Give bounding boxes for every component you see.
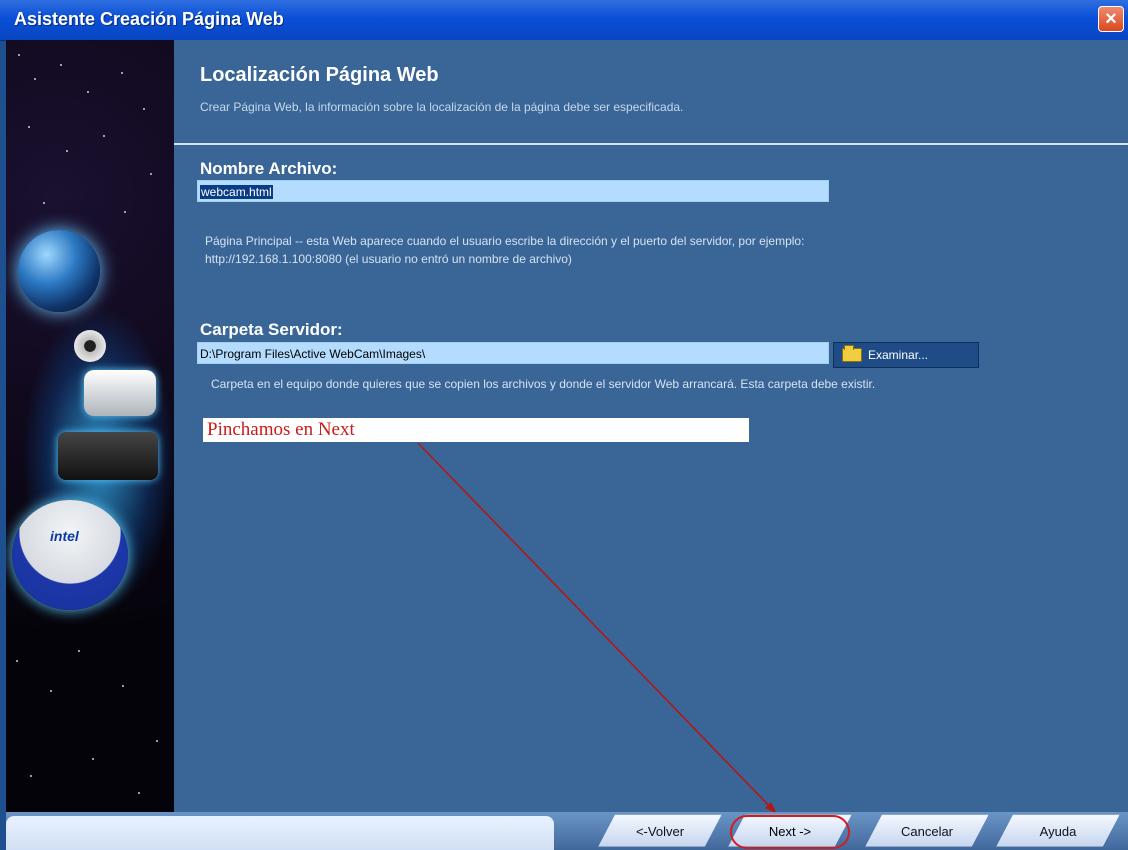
page-title: Localización Página Web [200,64,439,86]
webcam-image-3 [58,432,158,480]
window-title: Asistente Creación Página Web [14,9,284,29]
server-help-text: Carpeta en el equipo donde quieres que s… [211,377,876,391]
folder-icon [842,345,862,362]
file-name-value: webcam.html [200,185,273,199]
title-bar: Asistente Creación Página Web × [0,0,1128,41]
file-name-label: Nombre Archivo: [200,159,338,178]
browse-label: Examinar... [868,348,929,362]
help-button[interactable]: Ayuda [996,814,1120,847]
browse-button[interactable]: Examinar... [833,342,979,368]
close-button[interactable]: × [1098,6,1124,32]
file-help-line-2: http://192.168.1.100:8080 (el usuario no… [205,252,572,266]
header-divider [174,143,1128,145]
side-illustration: intel [6,40,174,812]
globe-image [18,230,100,312]
next-button[interactable]: Next -> [728,814,852,847]
instruction-note: Pinchamos en Next [203,418,749,442]
webcam-image-4 [12,500,128,610]
file-help-line-1: Página Principal -- esta Web aparece cua… [205,234,805,248]
intel-logo: intel [50,528,79,544]
server-folder-label: Carpeta Servidor: [200,320,343,339]
webcam-image-2 [84,370,156,416]
close-icon: × [1105,8,1117,30]
file-help-text: Página Principal -- esta Web aparece cua… [205,232,995,268]
cancel-button[interactable]: Cancelar [865,814,989,847]
server-folder-value: D:\Program Files\Active WebCam\Images\ [200,347,426,361]
footer-left-panel [6,816,554,850]
back-button[interactable]: <-Volver [598,814,722,847]
server-folder-input[interactable]: D:\Program Files\Active WebCam\Images\ [197,342,829,364]
webcam-image-1 [74,330,106,362]
wizard-window: Asistente Creación Página Web × intel Lo… [0,0,1128,850]
file-name-input[interactable]: webcam.html [197,180,829,202]
page-subtitle: Crear Página Web, la información sobre l… [200,100,684,114]
